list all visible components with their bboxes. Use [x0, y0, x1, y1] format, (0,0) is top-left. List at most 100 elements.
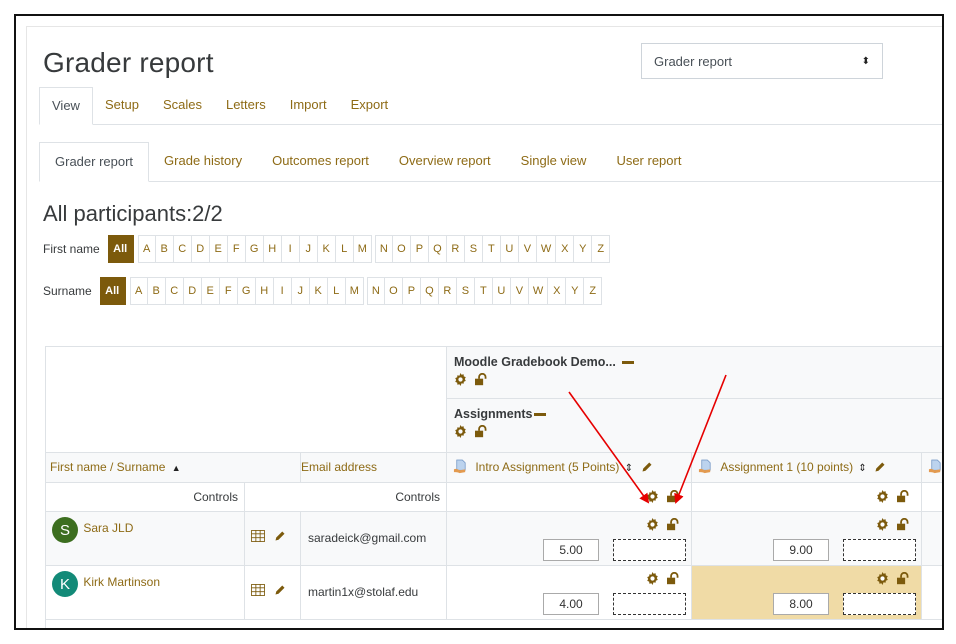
surname-initial-r[interactable]: R [438, 277, 457, 305]
grade-cell[interactable]: 9.00 [692, 512, 922, 566]
surname-initial-n[interactable]: N [366, 277, 385, 305]
grade-cell[interactable]: 8.00 [692, 566, 922, 620]
name-column-header[interactable]: First name / Surname ▲ [46, 453, 301, 483]
unlock-icon[interactable] [667, 490, 680, 506]
surname-initial-y[interactable]: Y [566, 277, 585, 305]
grade-input[interactable]: 4.00 [543, 593, 599, 615]
sort-ascending-icon[interactable]: ▲ [172, 463, 181, 473]
tab-single-view[interactable]: Single view [506, 142, 602, 182]
surname-initial-f[interactable]: F [219, 277, 238, 305]
surname-initial-e[interactable]: E [201, 277, 220, 305]
gear-icon[interactable] [876, 490, 889, 506]
grade-cell[interactable]: 5.00 [447, 512, 692, 566]
first-name-initial-c[interactable]: C [173, 235, 192, 263]
tab-overview-report[interactable]: Overview report [384, 142, 506, 182]
gear-icon[interactable] [646, 490, 659, 506]
collapse-icon[interactable] [622, 361, 635, 365]
surname-initial-all[interactable]: All [99, 277, 126, 305]
first-name-initial-a[interactable]: A [137, 235, 156, 263]
surname-initial-w[interactable]: W [528, 277, 549, 305]
surname-initial-m[interactable]: M [345, 277, 364, 305]
first-name-initial-i[interactable]: I [281, 235, 300, 263]
pencil-icon[interactable] [641, 461, 653, 476]
avatar[interactable]: K [52, 571, 78, 597]
first-name-initial-s[interactable]: S [464, 235, 483, 263]
surname-initial-s[interactable]: S [456, 277, 475, 305]
surname-initial-g[interactable]: G [237, 277, 256, 305]
surname-initial-k[interactable]: K [309, 277, 328, 305]
first-name-initial-o[interactable]: O [392, 235, 411, 263]
grade-input[interactable]: 9.00 [773, 539, 829, 561]
surname-initial-b[interactable]: B [147, 277, 166, 305]
first-name-initial-m[interactable]: M [353, 235, 372, 263]
surname-initial-p[interactable]: P [402, 277, 421, 305]
first-name-initial-q[interactable]: Q [428, 235, 447, 263]
grade-input[interactable]: 5.00 [543, 539, 599, 561]
gear-icon[interactable] [876, 518, 889, 534]
gear-icon[interactable] [646, 518, 659, 534]
student-name-link[interactable]: Kirk Martinson [83, 575, 160, 589]
email-column-header[interactable]: Email address [301, 453, 447, 483]
sort-updown-icon[interactable]: ⇕ [858, 463, 866, 474]
tab-letters[interactable]: Letters [214, 87, 278, 125]
surname-initial-j[interactable]: J [291, 277, 310, 305]
surname-initial-l[interactable]: L [327, 277, 346, 305]
tab-export[interactable]: Export [339, 87, 401, 125]
first-name-initial-t[interactable]: T [482, 235, 501, 263]
tab-import[interactable]: Import [278, 87, 339, 125]
first-name-initial-h[interactable]: H [263, 235, 282, 263]
first-name-initial-u[interactable]: U [500, 235, 519, 263]
first-name-initial-x[interactable]: X [556, 235, 575, 263]
tab-setup[interactable]: Setup [93, 87, 151, 125]
surname-initial-d[interactable]: D [183, 277, 202, 305]
surname-initial-c[interactable]: C [165, 277, 184, 305]
first-name-initial-y[interactable]: Y [574, 235, 593, 263]
sort-updown-icon[interactable]: ⇕ [625, 463, 633, 474]
unlock-icon[interactable] [897, 490, 910, 506]
gear-icon[interactable] [646, 572, 659, 588]
pencil-icon[interactable] [874, 461, 886, 476]
student-name-link[interactable]: Sara JLD [83, 521, 133, 535]
unlock-icon[interactable] [475, 425, 488, 438]
feedback-input[interactable] [843, 593, 916, 615]
tab-grader-report[interactable]: Grader report [39, 142, 150, 182]
first-name-initial-p[interactable]: P [410, 235, 429, 263]
pencil-icon[interactable] [274, 584, 286, 599]
grade-cell[interactable] [922, 566, 942, 620]
surname-initial-a[interactable]: A [129, 277, 148, 305]
gear-icon[interactable] [454, 373, 467, 387]
tab-user-report[interactable]: User report [601, 142, 696, 182]
first-name-initial-all[interactable]: All [107, 235, 134, 263]
surname-initial-t[interactable]: T [474, 277, 493, 305]
unlock-icon[interactable] [897, 518, 910, 534]
feedback-input[interactable] [843, 539, 916, 561]
first-name-initial-j[interactable]: J [299, 235, 318, 263]
first-name-initial-l[interactable]: L [335, 235, 354, 263]
first-name-initial-v[interactable]: V [518, 235, 537, 263]
first-name-initial-d[interactable]: D [191, 235, 210, 263]
report-jump-select[interactable]: Grader report ⬍ [641, 43, 883, 79]
unlock-icon[interactable] [475, 373, 488, 386]
grade-item-link[interactable]: Assignment 1 (10 points) [720, 460, 853, 474]
unlock-icon[interactable] [667, 518, 680, 534]
course-category-name[interactable]: Moodle Gradebook Demo... [454, 355, 616, 369]
gear-icon[interactable] [876, 572, 889, 588]
avatar[interactable]: S [52, 517, 78, 543]
first-name-initial-f[interactable]: F [227, 235, 246, 263]
grade-item-link[interactable]: Intro Assignment (5 Points) [475, 460, 619, 474]
user-report-icon[interactable] [251, 584, 265, 599]
unlock-icon[interactable] [897, 572, 910, 588]
first-name-initial-b[interactable]: B [155, 235, 174, 263]
tab-grade-history[interactable]: Grade history [149, 142, 257, 182]
email-column-label[interactable]: Email address [301, 460, 377, 474]
surname-initial-o[interactable]: O [384, 277, 403, 305]
surname-initial-h[interactable]: H [255, 277, 274, 305]
grade-cell[interactable] [922, 512, 942, 566]
feedback-input[interactable] [613, 539, 686, 561]
surname-initial-x[interactable]: X [548, 277, 567, 305]
first-name-initial-g[interactable]: G [245, 235, 264, 263]
surname-initial-q[interactable]: Q [420, 277, 439, 305]
first-name-initial-w[interactable]: W [536, 235, 557, 263]
surname-initial-u[interactable]: U [492, 277, 511, 305]
surname-initial-v[interactable]: V [510, 277, 529, 305]
